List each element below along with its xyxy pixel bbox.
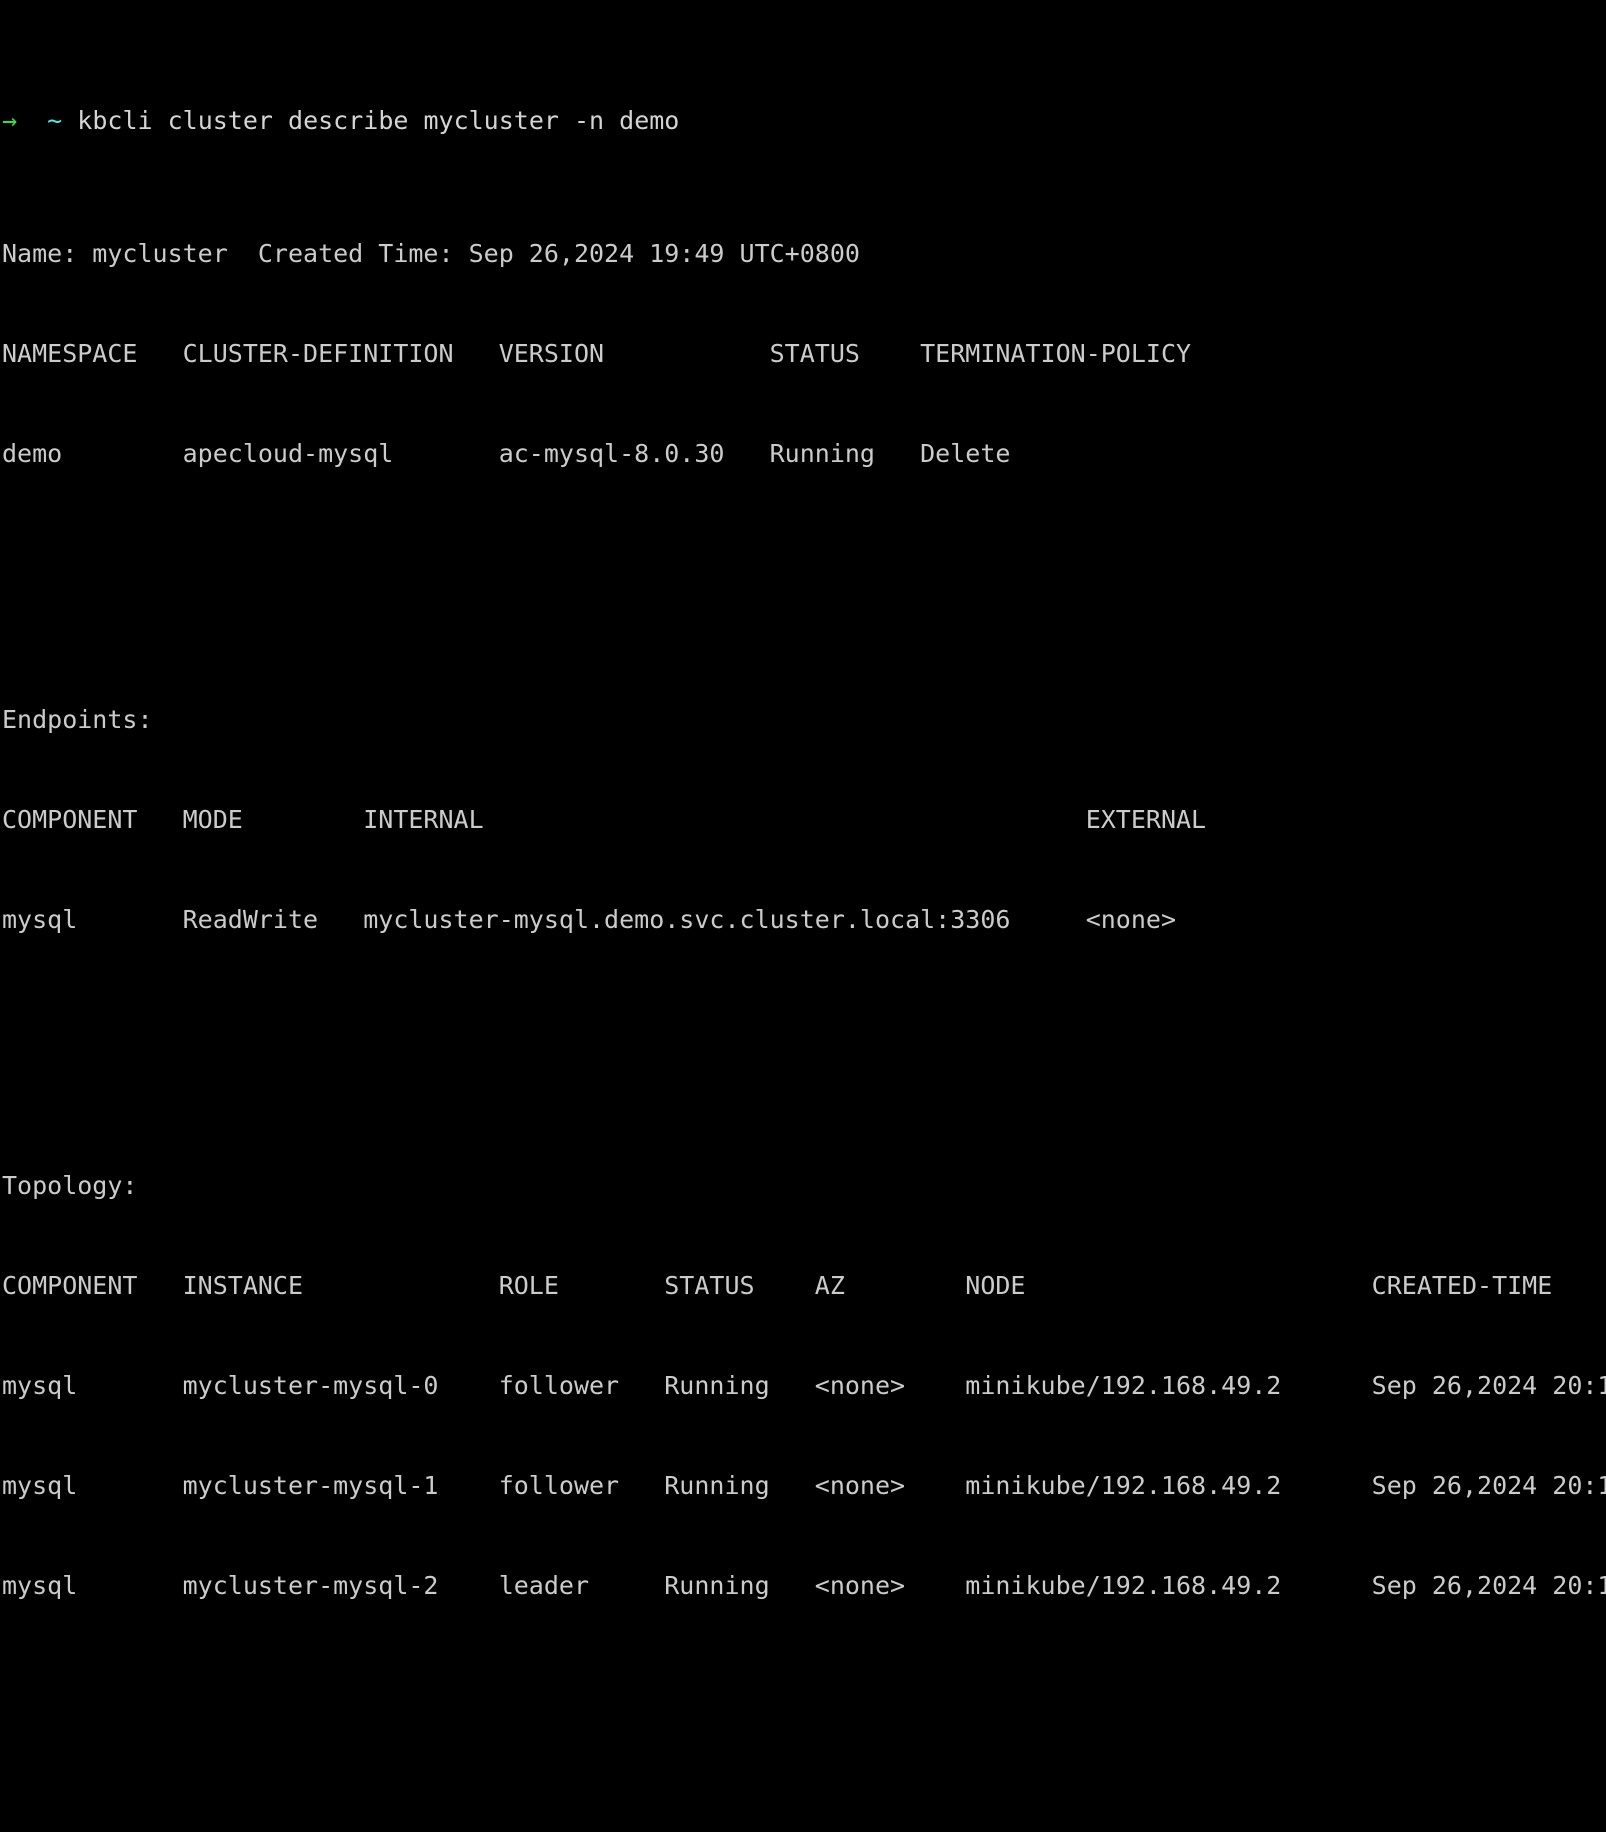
prompt-arrow-icon: → bbox=[2, 105, 18, 135]
topology-row: mysql mycluster-mysql-2 leader Running <… bbox=[2, 1570, 1606, 1600]
cluster-summary-row: demo apecloud-mysql ac-mysql-8.0.30 Runn… bbox=[2, 438, 1011, 468]
endpoints-title: Endpoints: bbox=[2, 705, 153, 735]
prompt-space-2 bbox=[62, 106, 77, 135]
topology-title: Topology: bbox=[2, 1171, 138, 1201]
endpoints-headers: COMPONENT MODE INTERNAL EXTERNAL bbox=[2, 805, 1207, 835]
endpoints-row: mysql ReadWrite mycluster-mysql.demo.svc… bbox=[2, 905, 1176, 935]
prompt-tilde: ~ bbox=[47, 105, 63, 135]
command-input[interactable]: kbcli cluster describe mycluster -n demo bbox=[77, 106, 679, 135]
terminal-window: → ~ kbcli cluster describe mycluster -n … bbox=[0, 0, 1606, 1600]
prompt-space-1 bbox=[17, 106, 47, 135]
topology-row: mysql mycluster-mysql-1 follower Running… bbox=[2, 1471, 1606, 1501]
prompt-line: → ~ kbcli cluster describe mycluster -n … bbox=[2, 104, 1606, 137]
cluster-summary-headers: NAMESPACE CLUSTER-DEFINITION VERSION STA… bbox=[2, 338, 1192, 368]
topology-row: mysql mycluster-mysql-0 follower Running… bbox=[2, 1371, 1606, 1401]
topology-headers: COMPONENT INSTANCE ROLE STATUS AZ NODE C… bbox=[2, 1271, 1553, 1301]
cluster-name-line: Name: mycluster Created Time: Sep 26,202… bbox=[2, 239, 860, 269]
